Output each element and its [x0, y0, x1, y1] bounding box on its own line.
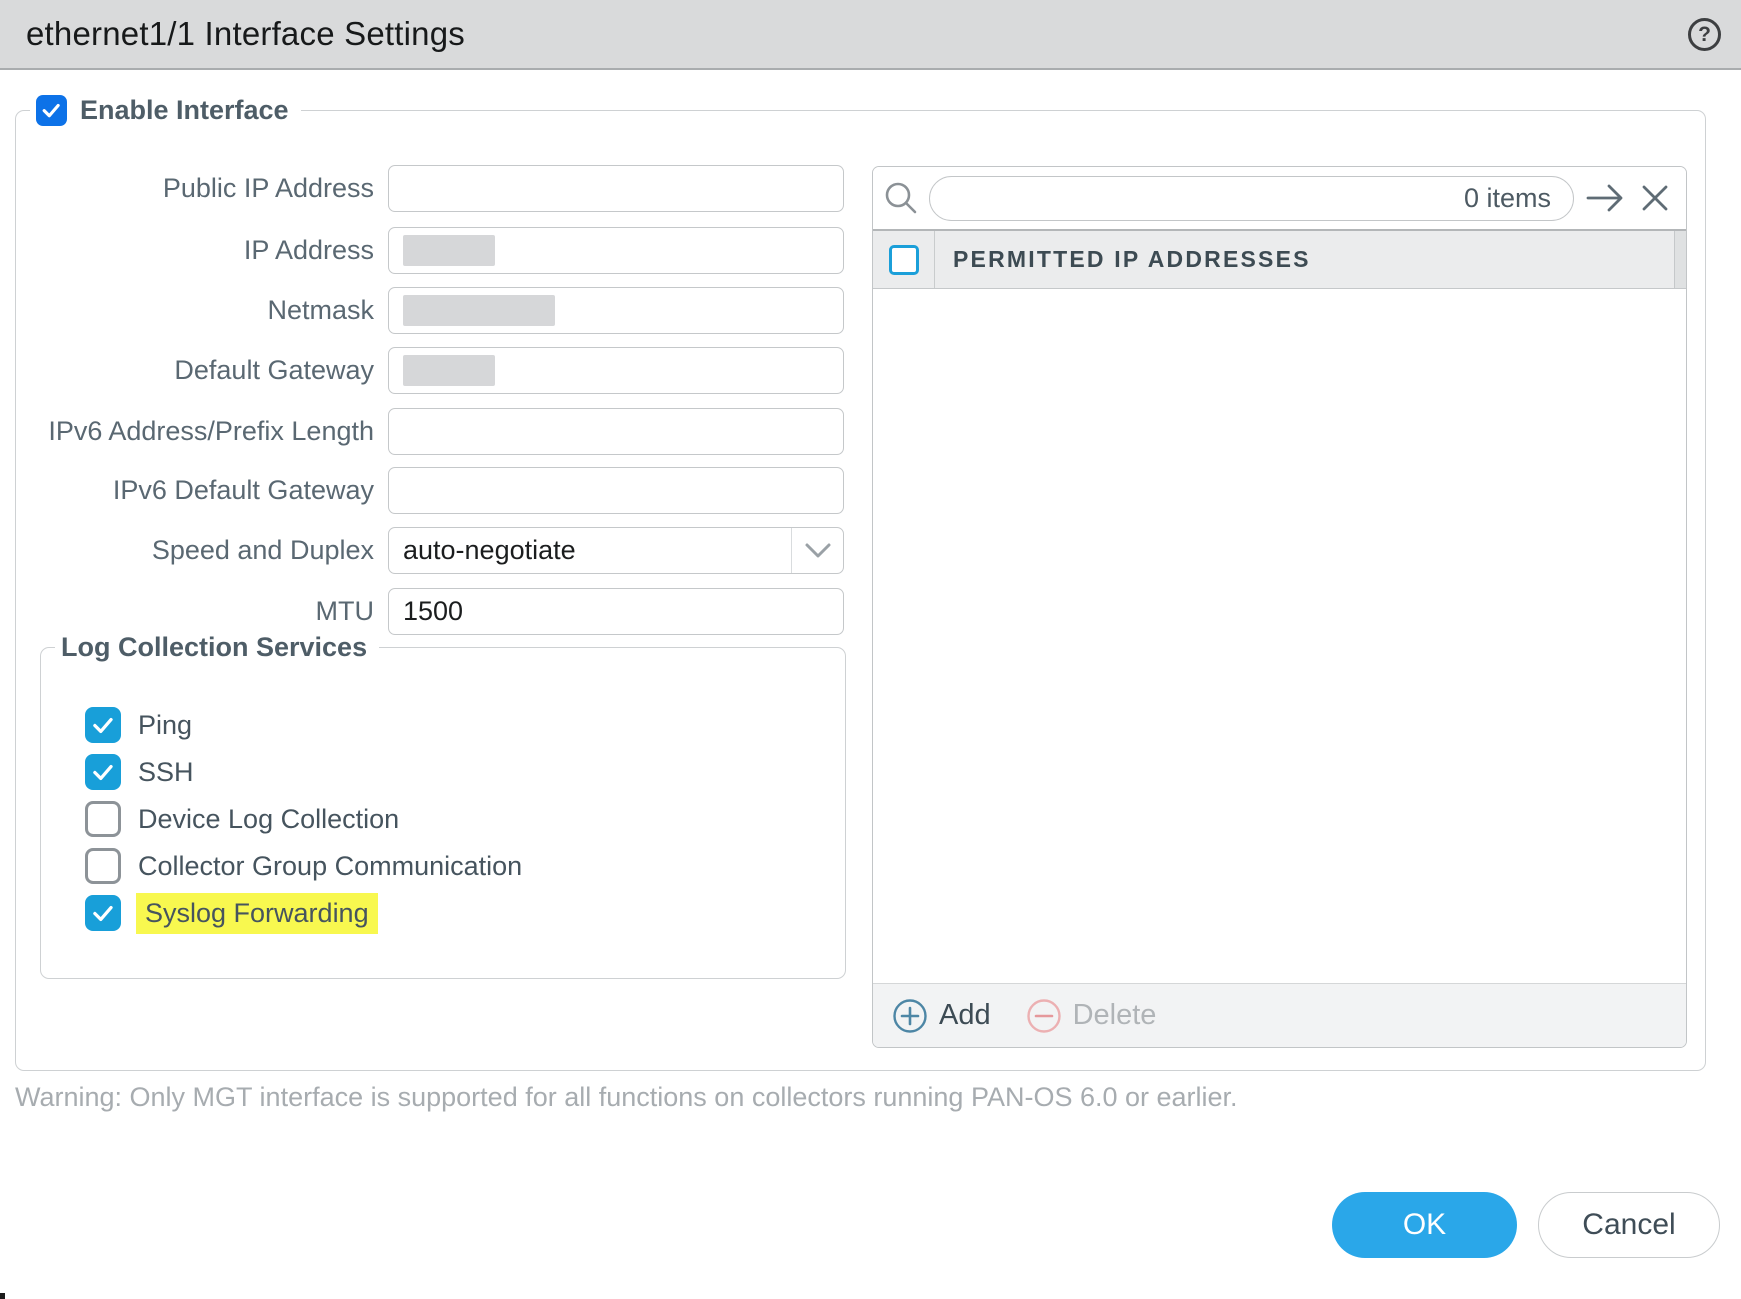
redacted-value	[403, 355, 495, 386]
add-button-label: Add	[939, 999, 991, 1032]
default-gateway-label: Default Gateway	[10, 355, 388, 386]
redacted-value	[403, 235, 495, 266]
delete-button[interactable]: Delete	[1025, 997, 1157, 1035]
speed-duplex-value: auto-negotiate	[389, 535, 791, 566]
log-collection-legend: Log Collection Services	[55, 632, 379, 663]
option-syslog-forwarding[interactable]: Syslog Forwarding	[85, 895, 522, 931]
select-all-checkbox[interactable]	[889, 245, 919, 275]
enable-interface-legend: Enable Interface	[30, 95, 301, 126]
checkmark-icon	[90, 712, 116, 738]
permitted-ip-search-row: 0 items	[873, 167, 1686, 229]
form-row-ip-address: IP Address	[10, 227, 844, 274]
speed-duplex-label: Speed and Duplex	[10, 535, 388, 566]
speed-duplex-select[interactable]: auto-negotiate	[388, 527, 844, 574]
enable-interface-label: Enable Interface	[80, 95, 289, 126]
interface-settings-dialog: ethernet1/1 Interface Settings ? Enable …	[0, 0, 1741, 1299]
option-ping[interactable]: Ping	[85, 707, 522, 743]
form-row-netmask: Netmask	[10, 287, 844, 334]
corner-artifact	[0, 1293, 5, 1299]
collector-group-communication-checkbox[interactable]	[85, 848, 121, 884]
dialog-title: ethernet1/1 Interface Settings	[0, 15, 465, 53]
form-row-mtu: MTU	[10, 588, 844, 635]
permitted-ip-table-body	[873, 289, 1686, 983]
mtu-label: MTU	[10, 596, 388, 627]
warning-text: Warning: Only MGT interface is supported…	[15, 1082, 1238, 1113]
dialog-titlebar: ethernet1/1 Interface Settings ?	[0, 0, 1741, 70]
mtu-input[interactable]	[388, 588, 844, 635]
form-row-public-ip: Public IP Address	[10, 165, 844, 212]
device-log-collection-label: Device Log Collection	[138, 804, 399, 835]
default-gateway-input[interactable]	[388, 347, 844, 394]
ok-button[interactable]: OK	[1332, 1192, 1517, 1258]
log-collection-options: Ping SSH Device Log Collection Collector…	[85, 707, 522, 931]
syslog-forwarding-label: Syslog Forwarding	[136, 893, 378, 934]
ssh-checkbox[interactable]	[85, 754, 121, 790]
permitted-ip-footer: Add Delete	[873, 983, 1686, 1047]
log-collection-title: Log Collection Services	[61, 632, 367, 663]
clear-filter-x-icon[interactable]	[1638, 181, 1672, 215]
select-all-cell	[873, 231, 935, 288]
add-button[interactable]: Add	[891, 997, 991, 1035]
collector-group-communication-label: Collector Group Communication	[138, 851, 522, 882]
ipv6-address-input[interactable]	[388, 408, 844, 455]
device-log-collection-checkbox[interactable]	[85, 801, 121, 837]
form-row-speed-duplex: Speed and Duplex auto-negotiate	[10, 527, 844, 574]
checkmark-icon	[40, 99, 62, 121]
search-pill: 0 items	[929, 176, 1574, 221]
netmask-label: Netmask	[10, 295, 388, 326]
ipv6-gateway-input[interactable]	[388, 467, 844, 514]
form-row-ipv6-gateway: IPv6 Default Gateway	[10, 467, 844, 514]
enable-interface-checkbox[interactable]	[36, 95, 67, 126]
checkmark-icon	[90, 900, 116, 926]
delete-button-label: Delete	[1073, 999, 1157, 1032]
minus-circle-icon	[1025, 997, 1063, 1035]
option-collector-group-communication[interactable]: Collector Group Communication	[85, 848, 522, 884]
form-row-ipv6-address: IPv6 Address/Prefix Length	[10, 408, 844, 455]
scrollbar[interactable]	[1674, 231, 1686, 288]
checkmark-icon	[90, 759, 116, 785]
search-icon	[883, 180, 919, 216]
permitted-ip-panel: 0 items PERMITTED IP ADDRESSES	[872, 166, 1687, 1048]
apply-filter-arrow-icon[interactable]	[1584, 181, 1628, 215]
form-row-default-gateway: Default Gateway	[10, 347, 844, 394]
items-count-badge: 0 items	[1464, 183, 1573, 214]
chevron-down-icon[interactable]	[791, 528, 843, 573]
search-input[interactable]	[930, 183, 1464, 214]
public-ip-input[interactable]	[388, 165, 844, 212]
plus-circle-icon	[891, 997, 929, 1035]
ssh-label: SSH	[138, 757, 194, 788]
ping-checkbox[interactable]	[85, 707, 121, 743]
public-ip-label: Public IP Address	[10, 173, 388, 204]
permitted-ip-column-header: PERMITTED IP ADDRESSES	[935, 246, 1311, 273]
syslog-forwarding-checkbox[interactable]	[85, 895, 121, 931]
permitted-ip-table-header: PERMITTED IP ADDRESSES	[873, 229, 1686, 289]
help-icon[interactable]: ?	[1688, 18, 1721, 51]
ip-address-input[interactable]	[388, 227, 844, 274]
ipv6-gateway-label: IPv6 Default Gateway	[10, 475, 388, 506]
cancel-button[interactable]: Cancel	[1538, 1192, 1720, 1258]
redacted-value	[403, 295, 555, 326]
option-ssh[interactable]: SSH	[85, 754, 522, 790]
ipv6-address-label: IPv6 Address/Prefix Length	[10, 416, 388, 447]
netmask-input[interactable]	[388, 287, 844, 334]
option-device-log-collection[interactable]: Device Log Collection	[85, 801, 522, 837]
ip-address-label: IP Address	[10, 235, 388, 266]
ping-label: Ping	[138, 710, 192, 741]
